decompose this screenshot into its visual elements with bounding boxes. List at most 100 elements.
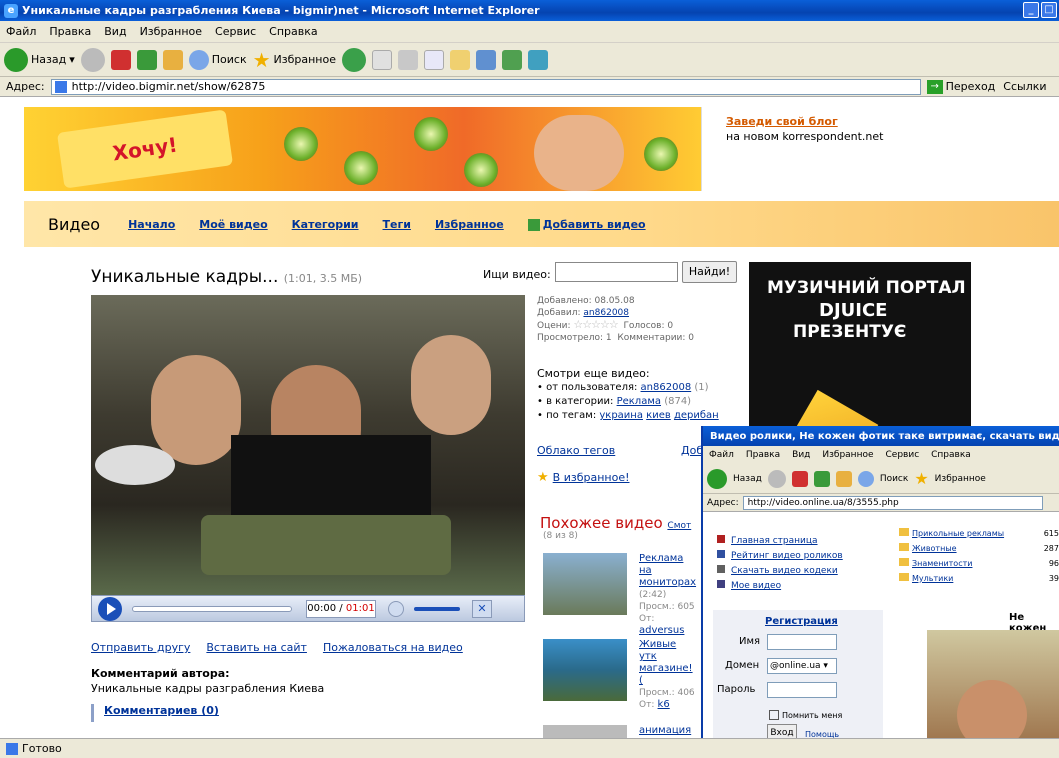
domain-select[interactable]: @online.ua ▾ (767, 658, 837, 674)
search-button[interactable]: Поиск (188, 49, 247, 70)
fullscreen-button[interactable]: ✕ (472, 599, 492, 618)
embed-link[interactable]: Вставить на сайт (206, 641, 307, 654)
tag-link[interactable]: украина (599, 410, 643, 421)
menu-view[interactable]: Вид (104, 25, 126, 38)
nav-add-video[interactable]: Добавить видео (527, 218, 646, 231)
popup-link[interactable]: Мое видео (731, 581, 781, 591)
promo-link[interactable]: Заведи свой блог (726, 115, 883, 128)
menu-help[interactable]: Справка (931, 450, 971, 460)
folder-icon[interactable] (450, 49, 470, 70)
uploader-link[interactable]: an862008 (583, 308, 629, 318)
menu-favorites[interactable]: Избранное (140, 25, 202, 38)
help-link[interactable]: Помощь (805, 730, 839, 738)
similar-item[interactable]: Живые утк магазине! ( Просм.: 406 От: k6 (543, 639, 697, 710)
similar-title[interactable]: мониторах (639, 577, 696, 588)
seek-bar[interactable] (132, 605, 292, 612)
menu-edit[interactable]: Правка (49, 25, 91, 38)
nav-home[interactable]: Начало (128, 218, 175, 231)
popup-link[interactable]: Рейтинг видео роликов (731, 551, 843, 561)
similar-author-link[interactable]: k6 (658, 699, 670, 710)
add-favorite-link[interactable]: В избранное! (553, 471, 630, 484)
similar-item[interactable]: анимация в (543, 725, 697, 738)
volume-icon[interactable] (388, 600, 404, 617)
similar-thumbnail[interactable] (543, 553, 627, 615)
similar-item[interactable]: Реклама на мониторах (2:42) Просм.: 605 … (543, 553, 697, 636)
add-link[interactable]: Доб (681, 444, 703, 457)
nav-my-video[interactable]: Моё видео (199, 218, 267, 231)
print-icon[interactable] (398, 49, 418, 70)
popup-video-thumbnail[interactable] (927, 630, 1059, 738)
page-icon (54, 80, 67, 93)
stop-icon[interactable] (791, 470, 808, 487)
search-icon[interactable] (857, 470, 874, 487)
edit-icon[interactable] (424, 49, 444, 70)
go-button[interactable]: → Переход (926, 79, 995, 94)
similar-thumbnail[interactable] (543, 725, 627, 738)
face-image (957, 680, 1027, 738)
messenger-icon[interactable] (476, 49, 496, 70)
popup-link[interactable]: Главная страница (731, 536, 818, 546)
rating-stars[interactable]: ☆☆☆☆☆ (573, 318, 618, 331)
refresh-icon[interactable] (136, 49, 157, 70)
menu-edit[interactable]: Правка (746, 450, 780, 460)
address-input[interactable]: http://video.bigmir.net/show/62875 (50, 78, 921, 95)
menu-favorites[interactable]: Избранное (822, 450, 873, 460)
people-icon[interactable] (528, 49, 548, 70)
menu-file[interactable]: Файл (6, 25, 36, 38)
favorites-button[interactable]: ★ Избранное (253, 48, 336, 72)
forward-button[interactable] (80, 47, 105, 72)
more-category-link[interactable]: Реклама (617, 396, 661, 407)
home-icon[interactable] (162, 49, 183, 70)
similar-author-link[interactable]: adversus (639, 625, 684, 636)
back-button[interactable]: Назад ▾ (4, 47, 75, 72)
menu-view[interactable]: Вид (792, 450, 810, 460)
menu-file[interactable]: Файл (709, 450, 734, 460)
report-link[interactable]: Пожаловаться на видео (323, 641, 463, 654)
nav-categories[interactable]: Категории (292, 218, 359, 231)
history-icon[interactable] (342, 47, 366, 72)
search-input[interactable] (555, 262, 678, 282)
minimize-button[interactable]: _ (1023, 2, 1039, 18)
menu-help[interactable]: Справка (269, 25, 317, 38)
tag-link[interactable]: киев (646, 410, 671, 421)
registration-heading[interactable]: Регистрация (765, 616, 838, 627)
back-arrow-icon[interactable] (707, 468, 727, 489)
similar-title[interactable]: Реклама на (639, 553, 683, 576)
more-user-link[interactable]: an862008 (641, 382, 692, 393)
research-icon[interactable] (502, 49, 522, 70)
popup-link[interactable]: Скачать видео кодеки (731, 566, 838, 576)
links-button[interactable]: Ссылки (1003, 80, 1046, 93)
similar-title[interactable]: анимация в (639, 725, 691, 738)
search-submit-button[interactable]: Найди! (682, 261, 737, 283)
forward-button[interactable] (767, 469, 786, 488)
tag-cloud-link[interactable]: Облако тегов (537, 444, 615, 457)
tag-link[interactable]: дерибан (674, 410, 719, 421)
comments-link[interactable]: Комментариев (0) (104, 704, 219, 717)
refresh-icon[interactable] (813, 470, 830, 487)
login-button[interactable]: Вход (767, 724, 797, 738)
stop-icon[interactable] (110, 49, 131, 70)
star-icon[interactable]: ★ (914, 469, 928, 488)
password-field[interactable] (767, 682, 837, 698)
popup-address-input[interactable]: http://video.online.ua/8/3555.php (742, 495, 1043, 510)
second-browser-window[interactable]: Видео ролики, Не кожен фотик таке витрим… (701, 426, 1059, 738)
similar-more-link[interactable]: Смот (667, 521, 691, 531)
similar-thumbnail[interactable] (543, 639, 627, 701)
mail-icon[interactable] (372, 49, 392, 70)
home-icon[interactable] (835, 470, 852, 487)
nav-tags[interactable]: Теги (383, 218, 411, 231)
send-to-friend-link[interactable]: Отправить другу (91, 641, 190, 654)
menu-tools[interactable]: Сервис (215, 25, 256, 38)
menu-tools[interactable]: Сервис (886, 450, 920, 460)
remember-checkbox[interactable]: Помнить меня (769, 710, 842, 720)
volume-slider[interactable] (414, 606, 460, 611)
similar-title[interactable]: магазине! ( (639, 663, 693, 686)
similar-title[interactable]: Живые утк (639, 639, 676, 662)
play-button[interactable] (98, 596, 122, 621)
banner-ad[interactable]: Хочу! (24, 107, 702, 191)
name-field[interactable] (767, 634, 837, 650)
video-player[interactable] (91, 295, 525, 595)
nav-favorites[interactable]: Избранное (435, 218, 504, 231)
add-favorite[interactable]: ★ В избранное! (537, 470, 630, 485)
maximize-button[interactable]: □ (1041, 2, 1057, 18)
